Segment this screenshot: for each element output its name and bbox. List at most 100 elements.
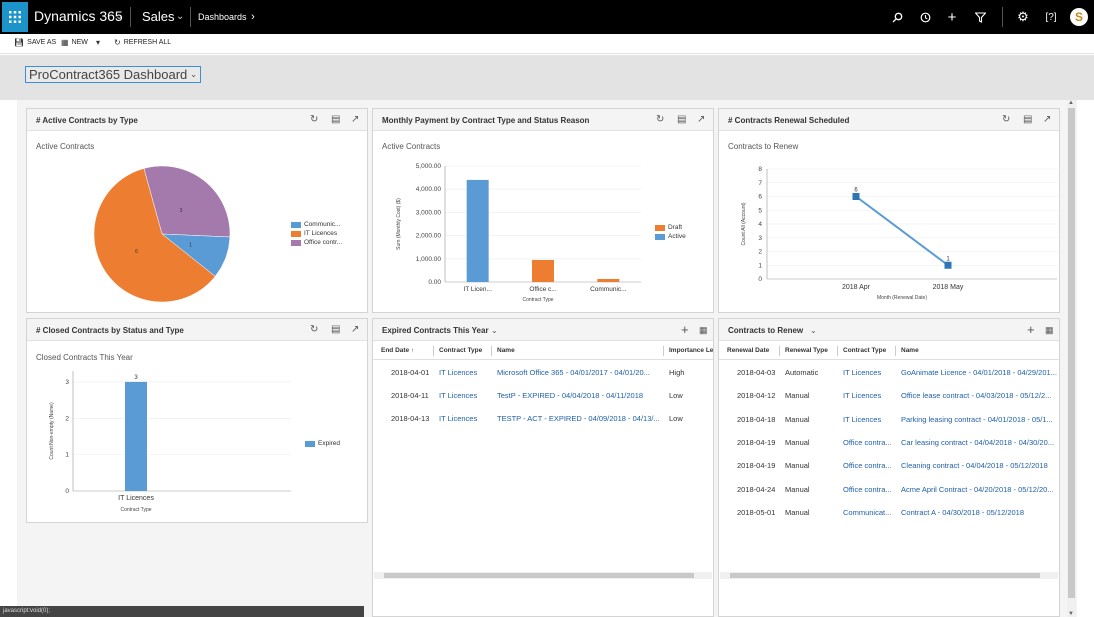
plus-icon[interactable]: + [1027, 322, 1035, 337]
contract-type-link[interactable]: IT Licences [843, 415, 895, 424]
refresh-all-button[interactable]: ↻ REFRESH ALL [114, 38, 171, 47]
contract-type-link[interactable]: IT Licences [439, 414, 477, 423]
app-name[interactable]: Dynamics 365 [34, 8, 123, 24]
horizontal-scrollbar[interactable] [374, 572, 712, 579]
column-header[interactable]: Contract Type [439, 347, 482, 354]
name-link[interactable]: Acme April Contract - 04/20/2018 - 05/12… [901, 485, 1059, 494]
grid-icon[interactable]: ▦ [1045, 325, 1054, 336]
line-chart: 0 1 2 3 4 5 6 7 8 Count:All (Account) 6 1 2018 Apr 20… [741, 166, 1057, 301]
save-as-button[interactable]: 💾︎ SAVE AS [14, 38, 56, 47]
contract-type-link[interactable]: IT Licences [439, 391, 477, 400]
column-header[interactable]: End Date ↑ [381, 347, 414, 354]
scroll-up-icon[interactable]: ▲ [1068, 100, 1074, 106]
name-link[interactable]: Car leasing contract - 04/04/2018 - 04/3… [901, 438, 1059, 447]
expand-icon[interactable]: ↗ [351, 324, 359, 335]
expand-icon[interactable]: ↗ [697, 114, 705, 125]
column-header[interactable]: Renewal Date [727, 347, 769, 354]
name-link[interactable]: TestP - EXPIRED - 04/04/2018 - 04/11/201… [497, 391, 663, 400]
y-axis-label: Count:Non-empty (Name) [49, 402, 55, 460]
scroll-down-icon[interactable]: ▼ [1068, 611, 1074, 617]
bar [597, 278, 620, 282]
new-dropdown-button[interactable]: ▾ [96, 38, 100, 47]
x-tick-label: Office c... [529, 286, 557, 293]
horizontal-scrollbar[interactable] [720, 572, 1058, 579]
refresh-icon[interactable]: ↻ [310, 114, 318, 125]
view-records-icon[interactable]: ▤ [331, 114, 340, 125]
contract-type-link[interactable]: Office contra... [843, 461, 895, 470]
bar-chart: 0.00 1,000.00 2,000.00 3,000.00 4,000.00 5,00… [396, 163, 641, 303]
breadcrumb[interactable]: Dashboards [198, 12, 247, 22]
renewal-date-cell: 2018-04-19 [737, 437, 776, 447]
legend-item[interactable]: Active [655, 233, 686, 240]
vertical-scrollbar[interactable]: ▲ ▼ [1067, 100, 1076, 617]
name-link[interactable]: Cleaning contract - 04/04/2018 - 05/12/2… [901, 461, 1059, 470]
gear-icon[interactable]: ⚙ [1015, 9, 1031, 25]
bar-chart: 0 1 2 3 Count:Non-empty (Name) 3 IT Licences Co… [49, 371, 291, 513]
contract-type-link[interactable]: IT Licences [439, 368, 477, 377]
legend-label: Communic... [304, 221, 341, 228]
refresh-icon[interactable]: ↻ [656, 114, 664, 125]
refresh-icon[interactable]: ↻ [310, 324, 318, 335]
legend-item[interactable]: Office contr... [291, 239, 342, 246]
name-link[interactable]: TESTP - ACT - EXPIRED - 04/09/2018 - 04/… [497, 414, 663, 423]
scrollbar-thumb[interactable] [730, 573, 1040, 578]
contract-type-link[interactable]: IT Licences [843, 391, 895, 400]
slice-data-label: 1 [189, 243, 192, 249]
view-records-icon[interactable]: ▤ [677, 114, 686, 125]
area-switcher[interactable]: Sales [142, 9, 175, 24]
save-as-label: SAVE AS [27, 39, 57, 46]
x-axis-label: Contract Type [120, 507, 151, 513]
y-tick-label: 0 [65, 488, 69, 495]
legend-item[interactable]: Draft [655, 224, 682, 231]
name-link[interactable]: Microsoft Office 365 - 04/01/2017 - 04/0… [497, 368, 663, 377]
chevron-down-icon[interactable]: ⌄ [115, 11, 123, 22]
expand-icon[interactable]: ↗ [351, 114, 359, 125]
avatar[interactable]: S [1070, 8, 1088, 26]
y-axis-label: Count:All (Account) [741, 202, 747, 245]
refresh-icon[interactable]: ↻ [1002, 114, 1010, 125]
app-launcher-button[interactable] [2, 2, 28, 32]
help-icon[interactable]: [?] [1043, 9, 1059, 25]
contract-type-link[interactable]: Office contra... [843, 438, 895, 447]
new-dashboard-icon: ▦ [61, 38, 69, 47]
scrollbar-thumb[interactable] [384, 573, 694, 578]
expand-icon[interactable]: ↗ [1043, 114, 1051, 125]
column-header[interactable]: Importance Le [669, 347, 713, 354]
grid-icon[interactable]: ▦ [699, 325, 708, 336]
name-link[interactable]: GoAnimate Licence - 04/01/2018 - 04/29/2… [901, 368, 1059, 377]
panel-title[interactable]: Contracts to Renew [728, 326, 803, 335]
contract-type-link[interactable]: IT Licences [843, 368, 895, 377]
importance-cell: Low [669, 391, 683, 400]
search-icon[interactable] [889, 9, 905, 25]
new-label: NEW [71, 39, 88, 46]
column-header[interactable]: Name [901, 347, 919, 354]
chevron-down-icon[interactable]: ⌄ [810, 326, 817, 335]
panel-title[interactable]: Expired Contracts This Year [382, 326, 489, 335]
view-records-icon[interactable]: ▤ [1023, 114, 1032, 125]
chevron-right-icon[interactable]: › [245, 9, 261, 25]
new-button[interactable]: ▦ NEW [61, 38, 88, 47]
column-header[interactable]: Renewal Type [785, 347, 828, 354]
name-link[interactable]: Contract A - 04/30/2018 - 05/12/2018 [901, 508, 1059, 517]
panel-header: # Contracts Renewal Scheduled ↻ ▤ ↗ [719, 109, 1059, 131]
recent-history-icon[interactable] [917, 9, 933, 25]
name-link[interactable]: Office lease contract - 04/03/2018 - 05/… [901, 391, 1059, 400]
chevron-down-icon[interactable]: ⌄ [176, 11, 184, 22]
legend-item[interactable]: IT Licences [291, 230, 337, 237]
contract-type-link[interactable]: Office contra... [843, 485, 895, 494]
name-link[interactable]: Parking leasing contract - 04/01/2018 - … [901, 415, 1059, 424]
chevron-down-icon[interactable]: ⌄ [491, 326, 498, 335]
dashboard-selector[interactable]: ProContract365 Dashboard ⌄ [25, 66, 201, 83]
column-header[interactable]: Name [497, 347, 515, 354]
plus-icon[interactable]: + [944, 9, 960, 26]
filter-icon[interactable] [972, 9, 988, 25]
plus-icon[interactable]: + [681, 322, 689, 337]
column-divider [837, 346, 838, 356]
legend-item[interactable]: Communic... [291, 221, 340, 228]
data-label: 3 [134, 375, 138, 381]
scrollbar-thumb[interactable] [1068, 108, 1075, 598]
view-records-icon[interactable]: ▤ [331, 324, 340, 335]
legend-item[interactable]: Expired [305, 440, 340, 447]
contract-type-link[interactable]: Communicat... [843, 508, 895, 517]
column-header[interactable]: Contract Type [843, 347, 886, 354]
